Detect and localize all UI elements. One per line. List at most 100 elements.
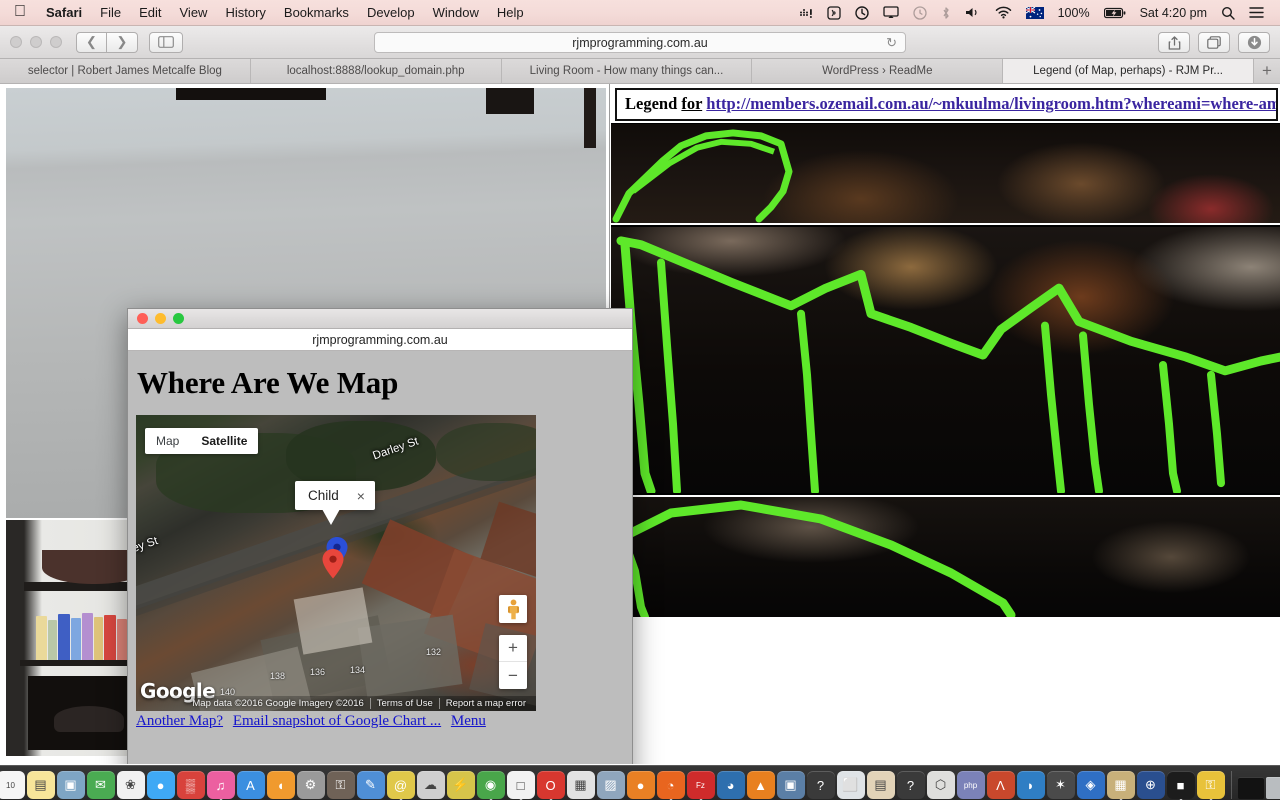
red-marker[interactable] (322, 549, 344, 584)
report-map-error-link[interactable]: Report a map error (438, 698, 532, 709)
dock-icon-calendar[interactable]: 10 (0, 771, 25, 799)
popup-close-button[interactable] (137, 313, 148, 324)
dock-icon-chrome[interactable]: ◉ (476, 771, 505, 800)
tabs-overview-button[interactable] (1198, 32, 1230, 53)
address-bar[interactable]: rjmprogramming.com.au ↻ (374, 32, 906, 53)
dock-icon-mail-green[interactable]: ✉ (86, 771, 115, 799)
zoom-button-inactive[interactable] (50, 36, 62, 48)
dock-icon-app-store[interactable]: A (236, 771, 265, 799)
dock-icon-orange-app[interactable]: ● (626, 771, 655, 799)
dock-icon-messages[interactable]: ● (146, 771, 175, 799)
info-window-close-icon[interactable]: × (357, 489, 365, 503)
spotlight-search-icon[interactable] (1214, 0, 1242, 26)
wifi-icon[interactable] (988, 0, 1019, 26)
pegman-streetview-icon[interactable] (499, 595, 527, 623)
menu-item-edit[interactable]: Edit (130, 5, 170, 20)
close-button-inactive[interactable] (10, 36, 22, 48)
battery-percentage[interactable]: 100% (1051, 0, 1097, 26)
popup-zoom-button[interactable] (173, 313, 184, 324)
dock-icon-key-app[interactable]: ⚿ (1196, 771, 1225, 800)
map-type-map[interactable]: Map (145, 428, 190, 454)
dock-icon-globe-app[interactable]: ⊕ (1136, 771, 1165, 799)
dock-icon-screen-app[interactable]: ▣ (776, 771, 805, 799)
dock-icon-at-app[interactable]: @ (386, 771, 415, 800)
legend-target-url-link[interactable]: http://members.ozemail.com.au/~mkuulma/l… (706, 94, 1276, 113)
dock-icon-visual-studio[interactable]: ◈ (1076, 771, 1105, 799)
tab-wordpress-readme[interactable]: WordPress › ReadMe (752, 59, 1004, 83)
dock-icon-itunes[interactable]: ♫ (206, 771, 235, 800)
menu-item-file[interactable]: File (91, 5, 130, 20)
menu-bar-clock[interactable]: Sat 4:20 pm (1133, 0, 1214, 26)
reload-icon[interactable]: ↻ (886, 35, 897, 51)
popup-address-bar[interactable]: rjmprogramming.com.au (128, 329, 632, 351)
dock-icon-blender[interactable]: ⬡ (926, 771, 955, 799)
dock-icon-ibooks[interactable]: ◖ (266, 771, 295, 799)
dropbox-sync-icon[interactable] (792, 0, 820, 26)
australia-flag-icon[interactable] (1019, 0, 1051, 26)
bluetooth-icon[interactable] (934, 0, 958, 26)
forward-button[interactable]: ❯ (107, 31, 138, 53)
dock-icon-document[interactable]: □ (506, 771, 535, 800)
dock-icon-apache-app[interactable]: Λ (986, 771, 1015, 799)
clock-history-icon[interactable] (906, 0, 934, 26)
dock-icon-firefox[interactable]: ◔ (656, 771, 685, 800)
dock-icon-unknown-app-2[interactable]: ? (896, 771, 925, 799)
zoom-in-button[interactable]: + (499, 635, 527, 662)
new-tab-button[interactable]: + (1253, 59, 1280, 83)
dock-icon-lightning-app[interactable]: ⚡ (446, 771, 475, 799)
dock-icon-unknown-app-1[interactable]: ? (806, 771, 835, 799)
notification-center-icon[interactable] (1242, 0, 1271, 26)
dock-icon-spider-app[interactable]: ✶ (1046, 771, 1075, 799)
share-button[interactable] (1158, 32, 1190, 53)
dock-icon-preview[interactable]: ▣ (56, 771, 85, 799)
tab-selector-blog[interactable]: selector | Robert James Metcalfe Blog (0, 59, 251, 83)
dock-icon-collage-app[interactable]: ▦ (1106, 771, 1135, 800)
downloads-button[interactable] (1238, 32, 1270, 53)
battery-icon[interactable] (1097, 0, 1133, 26)
menu-item-history[interactable]: History (216, 5, 274, 20)
dock-icon-map-app[interactable]: ▦ (566, 771, 595, 799)
dock-icon-php-app[interactable]: php (956, 771, 985, 799)
dock-icon-minimized-window-1[interactable] (1265, 777, 1280, 799)
zoom-out-button[interactable]: − (499, 662, 527, 689)
airdrop-icon[interactable] (820, 0, 848, 26)
menu-item-view[interactable]: View (171, 5, 217, 20)
airplay-icon[interactable] (876, 0, 906, 26)
map-type-satellite[interactable]: Satellite (190, 428, 258, 454)
popup-title-bar[interactable] (128, 309, 632, 329)
dock-icon-keychain[interactable]: ⚿ (326, 771, 355, 799)
map-zoom-control[interactable]: + − (499, 635, 527, 689)
menu-link[interactable]: Menu (451, 713, 486, 729)
dock-icon-vlc[interactable]: ▲ (746, 771, 775, 799)
dock-icon-notes[interactable]: ▤ (26, 771, 55, 799)
dock-icon-gray-app[interactable]: ☁ (416, 771, 445, 799)
where-are-we-map-popup-window[interactable]: rjmprogramming.com.au Where Are We Map M… (127, 308, 633, 764)
dock-icon-image-app[interactable]: ▨ (596, 771, 625, 799)
dock-icon-cube-app[interactable]: ⬜ (836, 771, 865, 799)
dock-icon-opera[interactable]: O (536, 771, 565, 800)
popup-minimize-button[interactable] (155, 313, 166, 324)
menu-item-develop[interactable]: Develop (358, 5, 424, 20)
dock-icon-notebook-app[interactable]: ▤ (866, 771, 895, 799)
time-machine-icon[interactable] (848, 0, 876, 26)
dock-icon-terminal[interactable]: ■ (1166, 771, 1195, 800)
back-button[interactable]: ❮ (76, 31, 107, 53)
dock-icon-photos[interactable]: ❀ (116, 771, 145, 799)
apple-menu-icon[interactable]:  (0, 3, 37, 22)
terms-of-use-link[interactable]: Terms of Use (369, 698, 439, 709)
tab-localhost-lookup-domain[interactable]: localhost:8888/lookup_domain.php (250, 59, 502, 83)
show-sidebar-button[interactable] (149, 31, 183, 53)
volume-icon[interactable] (958, 0, 988, 26)
dock-icon-swift-app[interactable]: ◗ (1016, 771, 1045, 799)
menu-item-safari[interactable]: Safari (37, 5, 91, 20)
tab-legend-of-map[interactable]: Legend (of Map, perhaps) - RJM Pr... (1003, 59, 1254, 83)
dock-icon-minimized-window-black[interactable] (1237, 777, 1264, 799)
tab-living-room[interactable]: Living Room - How many things can... (501, 59, 753, 83)
email-snapshot-link[interactable]: Email snapshot of Google Chart ... (233, 713, 441, 729)
menu-item-bookmarks[interactable]: Bookmarks (275, 5, 358, 20)
minimize-button-inactive[interactable] (30, 36, 42, 48)
menu-item-help[interactable]: Help (488, 5, 533, 20)
dock-icon-blue-swirl-app[interactable]: ◕ (716, 771, 745, 799)
another-map-link[interactable]: Another Map? (136, 713, 223, 729)
dock-icon-filezilla[interactable]: Fz (686, 771, 715, 800)
